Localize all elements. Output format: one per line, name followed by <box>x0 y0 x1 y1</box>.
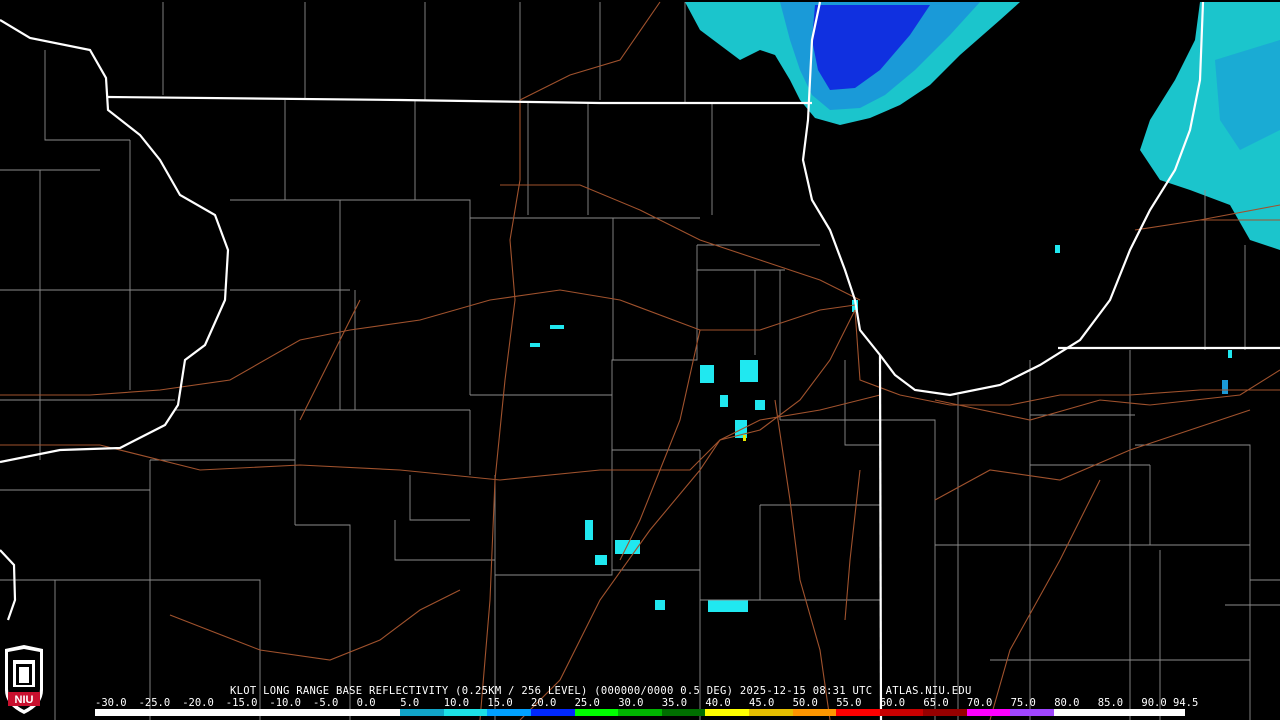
legend-label: 90.0 <box>1141 697 1167 709</box>
niu-logo: NIU <box>5 645 43 714</box>
legend-swatch <box>95 709 139 716</box>
legend-swatch <box>312 709 357 716</box>
legend-label: 40.0 <box>705 697 731 709</box>
radar-map <box>0 0 1280 720</box>
legend-swatch <box>487 709 531 716</box>
legend-label: -15.0 <box>225 697 258 709</box>
legend-swatch <box>836 709 880 716</box>
legend-label: -10.0 <box>269 697 301 709</box>
legend-label: 50.0 <box>792 697 818 709</box>
legend-swatch <box>574 709 619 716</box>
illinois-indiana-border <box>878 354 883 720</box>
legend-swatch <box>879 709 924 716</box>
legend-swatch <box>966 709 1011 716</box>
strong-echo-cell <box>743 435 746 441</box>
legend-label: 20.0 <box>531 697 557 709</box>
legend-label: -5.0 <box>313 697 339 709</box>
legend-swatch <box>661 709 706 716</box>
legend-label: 55.0 <box>836 697 862 709</box>
legend-label: 65.0 <box>923 697 949 709</box>
legend-swatch <box>923 709 967 716</box>
legend-label: 15.0 <box>487 697 513 709</box>
legend-swatch <box>748 709 793 716</box>
legend-label: 75.0 <box>1010 697 1036 709</box>
legend-label: 0.0 <box>356 697 376 709</box>
legend-label: 70.0 <box>967 697 993 709</box>
legend-label: 94.5 <box>1173 697 1199 709</box>
legend-swatch <box>356 709 401 716</box>
legend-label: 60.0 <box>879 697 906 709</box>
legend-swatch <box>1010 709 1055 716</box>
legend-swatch <box>182 709 226 716</box>
legend-labels: -30.0 -25.0 -20.0 -15.0 -10.0 -5.0 0.0 5.0 10.0 1… <box>95 697 1199 709</box>
legend-swatch <box>1054 709 1098 716</box>
legend-label: 35.0 <box>661 697 688 709</box>
legend-label: 25.0 <box>574 697 600 709</box>
legend-swatch <box>530 709 575 716</box>
legend-swatch <box>269 709 313 716</box>
legend-swatch <box>225 709 270 716</box>
legend-swatch <box>138 709 183 716</box>
legend-swatch <box>443 709 488 716</box>
product-caption: KLOT LONG RANGE BASE REFLECTIVITY (0.25K… <box>230 685 972 697</box>
legend-color-bar <box>95 709 1185 716</box>
legend-swatch <box>1141 709 1185 716</box>
legend-label: -30.0 <box>95 697 127 709</box>
logo-text: NIU <box>15 694 34 706</box>
legend-label: -20.0 <box>182 697 214 709</box>
legend-label: 45.0 <box>749 697 775 709</box>
legend-label: 85.0 <box>1097 697 1124 709</box>
legend-label: 5.0 <box>400 697 420 709</box>
legend-swatch <box>792 709 837 716</box>
legend-label: 10.0 <box>443 697 470 709</box>
legend-label: 30.0 <box>618 697 644 709</box>
legend-swatch <box>705 709 749 716</box>
legend-swatch <box>400 709 444 716</box>
legend-label: -25.0 <box>138 697 171 709</box>
legend-label: 80.0 <box>1054 697 1080 709</box>
legend-swatch <box>1097 709 1142 716</box>
legend-swatch <box>618 709 662 716</box>
